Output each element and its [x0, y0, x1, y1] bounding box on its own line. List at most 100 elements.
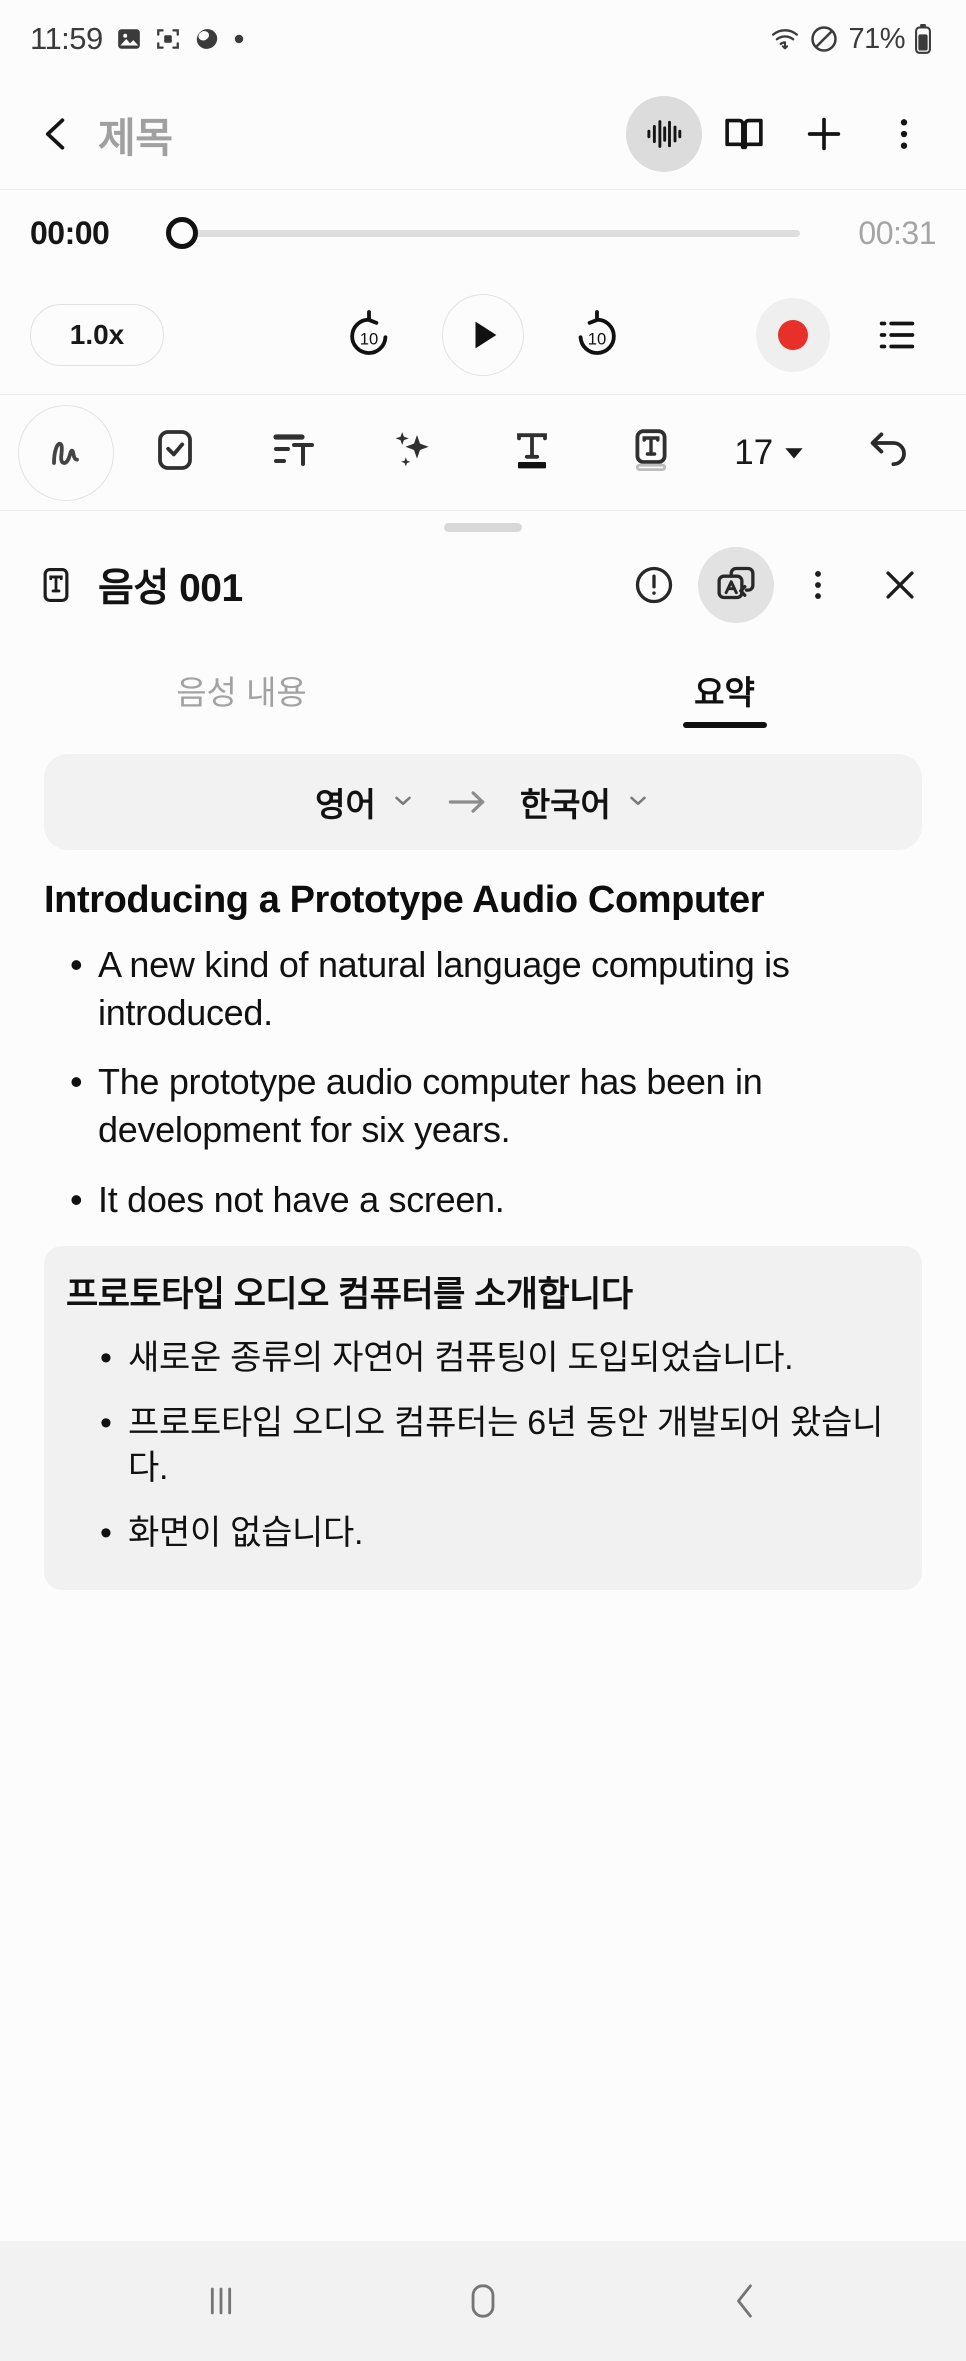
text-box-icon	[30, 564, 82, 606]
svg-text:10: 10	[588, 329, 607, 348]
checkbox-icon	[151, 426, 199, 479]
tab-label: 요약	[694, 674, 755, 711]
panel-actions	[616, 547, 938, 623]
list-item-text: 프로토타입 오디오 컴퓨터는 6년 동안 개발되어 왔습니다.	[128, 1403, 884, 1487]
bullet-dot-icon: •	[70, 1061, 83, 1103]
list-item: • 화면이 없습니다.	[66, 1511, 896, 1556]
current-time: 00:00	[30, 214, 110, 251]
bullet-dot-icon: •	[70, 1179, 83, 1221]
list-item-text: 새로운 종류의 자연어 컴퓨팅이 도입되었습니다.	[128, 1338, 794, 1377]
chevron-down-icon	[390, 783, 416, 821]
handwriting-button[interactable]	[16, 404, 116, 501]
source-language-button[interactable]: 영어	[315, 778, 416, 826]
close-icon[interactable]	[862, 547, 938, 623]
list-item: • 새로운 종류의 자연어 컴퓨팅이 도입되었습니다.	[66, 1336, 896, 1381]
list-item-text: It does not have a screen.	[98, 1179, 505, 1221]
back-button[interactable]	[690, 2246, 800, 2356]
page-title[interactable]: 제목	[98, 104, 626, 164]
screen-capture-icon	[155, 26, 181, 52]
text-style-button[interactable]	[473, 405, 592, 501]
playback-speed-button[interactable]: 1.0x	[30, 304, 164, 366]
book-icon[interactable]	[706, 96, 782, 172]
tab-label: 음성 내용	[176, 674, 307, 711]
list-item-text: The prototype audio computer has been in…	[98, 1061, 763, 1151]
waveform-icon[interactable]	[626, 95, 702, 172]
tab-voice-content[interactable]: 음성 내용	[0, 638, 483, 742]
chevron-down-icon	[783, 433, 805, 473]
svg-text:10: 10	[360, 329, 379, 348]
battery-percent: 71%	[848, 22, 905, 55]
source-language-label: 영어	[315, 786, 376, 823]
bixby-icon	[194, 26, 220, 52]
list-item: • A new kind of natural language computin…	[44, 941, 922, 1037]
list-item: • It does not have a screen.	[44, 1176, 922, 1224]
system-nav-bar	[0, 2241, 966, 2361]
chevron-down-icon	[625, 783, 651, 821]
undo-button[interactable]	[829, 405, 948, 501]
forward-10-button[interactable]: 10	[558, 296, 636, 374]
list-item: • 프로토타입 오디오 컴퓨터는 6년 동안 개발되어 왔습니다.	[66, 1401, 896, 1491]
bullet-dot-icon: •	[100, 1514, 112, 1553]
seek-thumb[interactable]	[166, 217, 198, 249]
text-box-button[interactable]	[591, 405, 710, 501]
status-bar: 11:59 71%	[0, 0, 966, 78]
record-button[interactable]	[756, 298, 830, 372]
record-dot-icon	[778, 320, 808, 350]
arrow-right-icon	[446, 787, 490, 817]
text-style-icon	[508, 426, 556, 479]
plus-icon[interactable]	[786, 96, 862, 172]
audio-player: 00:00 00:31 1.0x 10 10	[0, 190, 966, 395]
font-size-value: 17	[734, 432, 774, 472]
bullet-dot-icon: •	[100, 1403, 112, 1442]
panel-title: 음성 001	[98, 567, 243, 610]
bullet-dot-icon: •	[100, 1338, 112, 1377]
bottom-spacer	[0, 2193, 966, 2241]
recents-button[interactable]	[166, 2246, 276, 2356]
info-icon[interactable]	[616, 547, 692, 623]
wifi-icon	[770, 24, 800, 54]
language-selector-bar: 영어 한국어	[44, 754, 922, 850]
translation-block: 프로토타입 오디오 컴퓨터를 소개합니다 • 새로운 종류의 자연어 컴퓨팅이 도…	[44, 1246, 922, 1591]
transport-controls: 10 10	[330, 294, 636, 376]
translate-icon[interactable]	[698, 547, 774, 623]
tab-active-indicator	[682, 722, 767, 728]
back-chevron-icon[interactable]	[28, 106, 84, 162]
right-controls	[756, 296, 936, 374]
photo-icon	[116, 26, 142, 52]
home-button[interactable]	[428, 2246, 538, 2356]
list-button[interactable]	[858, 296, 936, 374]
checkbox-button[interactable]	[116, 405, 235, 501]
phone-screen: 11:59 71% 제목 00:00 00:31 1.0x 10 10 17 음…	[0, 0, 966, 2361]
ai-sparkle-icon	[389, 426, 437, 479]
tab-summary[interactable]: 요약	[483, 638, 966, 742]
summary-bullet-list: • A new kind of natural language computin…	[44, 941, 922, 1224]
summary-panel: 음성 001 음성 내용 요약 영어 한국어 Introducing a Pro…	[0, 511, 966, 2193]
app-bar: 제목	[0, 78, 966, 190]
status-bar-right: 71%	[770, 23, 932, 56]
summary-title: Introducing a Prototype Audio Computer	[44, 879, 765, 921]
transport-row: 1.0x 10 10	[30, 276, 936, 394]
play-button[interactable]	[442, 294, 524, 376]
rewind-10-button[interactable]: 10	[330, 296, 408, 374]
status-time: 11:59	[30, 21, 103, 56]
more-vertical-icon[interactable]	[866, 96, 942, 172]
seek-slider[interactable]	[166, 216, 800, 250]
target-language-button[interactable]: 한국어	[520, 778, 651, 826]
ai-sparkle-button[interactable]	[354, 405, 473, 501]
text-box-icon	[627, 426, 675, 479]
more-vertical-icon[interactable]	[780, 547, 856, 623]
seek-track	[182, 229, 800, 237]
list-item: • The prototype audio computer has been i…	[44, 1058, 922, 1154]
app-bar-actions	[626, 95, 942, 172]
text-list-button[interactable]	[235, 405, 354, 501]
panel-drag-handle[interactable]	[444, 523, 522, 532]
list-item-text: A new kind of natural language computing…	[98, 943, 790, 1033]
font-size-button[interactable]: 17	[710, 405, 829, 501]
handwriting-icon	[18, 404, 114, 501]
total-time: 00:31	[858, 214, 936, 251]
text-list-icon	[270, 426, 318, 479]
undo-icon	[865, 426, 913, 479]
seek-row: 00:00 00:31	[30, 190, 937, 276]
font-size-control[interactable]: 17	[734, 433, 805, 473]
panel-tabs: 음성 내용 요약	[0, 638, 966, 742]
